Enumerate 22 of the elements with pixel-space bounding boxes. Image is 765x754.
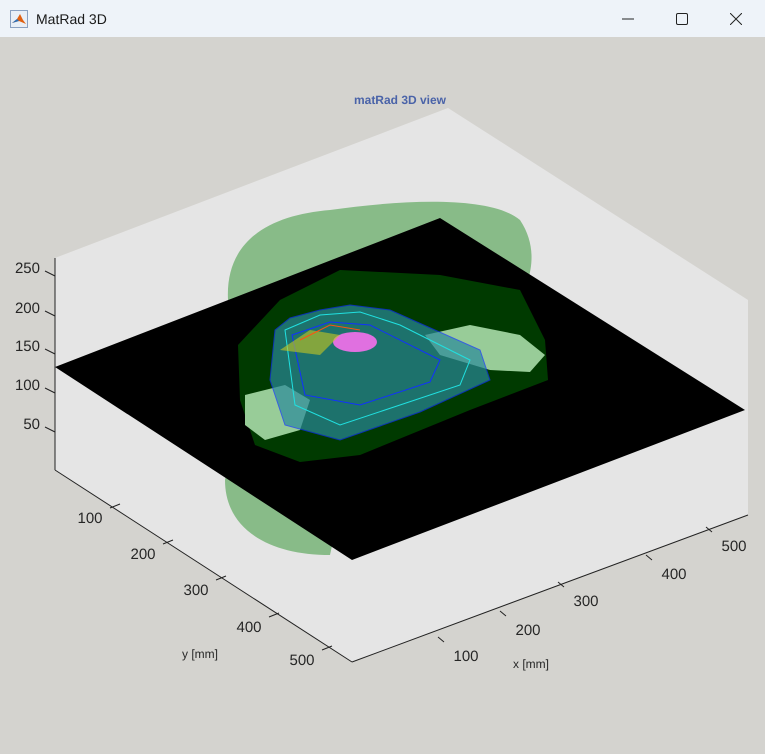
axis-tick-label: 250 (14, 260, 40, 277)
maximize-icon (676, 12, 688, 24)
axis-tick-label: 50 (23, 416, 40, 433)
axis-tick-label: 200 (14, 300, 40, 317)
axis-tick-label: 200 (130, 546, 156, 563)
axis-tick-label: 200 (515, 622, 541, 639)
plot-title: matRad 3D view (354, 93, 446, 107)
axis-tick-label: 400 (661, 566, 687, 583)
app-logo-icon (10, 10, 28, 28)
axis-tick-label: 100 (453, 648, 479, 665)
axis-tick-label: 500 (289, 652, 315, 669)
axis-tick-label: 400 (236, 619, 262, 636)
axis-tick-label: 300 (573, 593, 599, 610)
axis-tick-label: 100 (77, 510, 103, 527)
window-title: MatRad 3D (36, 10, 108, 26)
axis-tick-label: 100 (14, 377, 40, 394)
axis-tick-label: 500 (721, 538, 747, 555)
close-icon (730, 12, 742, 24)
axis-tick-label: 300 (183, 582, 209, 599)
axis-label: y [mm] (182, 647, 218, 661)
axis-label: x [mm] (513, 657, 549, 671)
axis-tick-label: 150 (14, 338, 40, 355)
